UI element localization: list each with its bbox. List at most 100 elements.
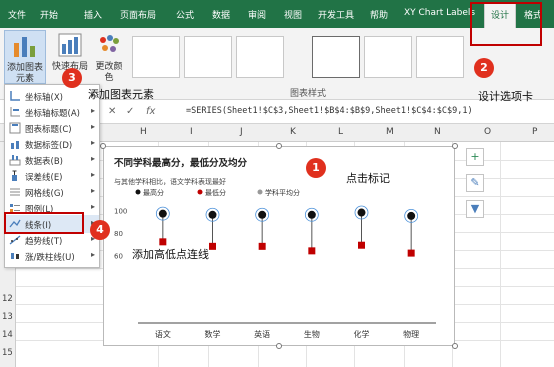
legend-label: 最低分 xyxy=(205,188,226,197)
data-point-max xyxy=(158,209,167,218)
data-point-min xyxy=(407,249,415,257)
formula-input[interactable]: =SERIES(Sheet1!$C$3,Sheet1!$B$4:$B$9,She… xyxy=(186,106,473,116)
row-header[interactable]: 14 xyxy=(2,330,13,340)
tab-formulas[interactable]: 公式 xyxy=(176,8,194,21)
updown-bars-icon xyxy=(11,253,19,259)
x-tick-label: 化学 xyxy=(354,329,370,339)
callout-add-chart-element: 添加图表元素 xyxy=(88,88,154,101)
trendline-icon xyxy=(9,235,21,245)
tab-view[interactable]: 视图 xyxy=(284,8,302,21)
column-header[interactable]: O xyxy=(484,127,491,137)
enter-icon[interactable]: ✓ xyxy=(126,106,134,117)
add-chart-element-button[interactable]: 添加图表元素 xyxy=(4,30,46,84)
tab-insert[interactable]: 插入 xyxy=(84,8,102,21)
tab-page-layout[interactable]: 页面布局 xyxy=(120,8,156,21)
change-colors-label: 更改颜色 xyxy=(95,62,123,83)
legend-marker xyxy=(197,189,203,195)
tab-data[interactable]: 数据 xyxy=(212,8,230,21)
legend-label: 最高分 xyxy=(143,188,164,197)
tab-home[interactable]: 开始 xyxy=(40,8,58,21)
column-header[interactable]: P xyxy=(532,127,537,137)
gridline-icon xyxy=(10,188,20,196)
legend-label: 学科平均分 xyxy=(265,188,300,197)
tab-file[interactable]: 文件 xyxy=(8,8,26,21)
callout-design-tab: 设计选项卡 xyxy=(478,90,533,103)
x-tick-label: 生物 xyxy=(304,329,320,339)
change-colors-button[interactable]: 更改颜色 xyxy=(92,30,126,84)
column-header[interactable]: L xyxy=(338,127,343,137)
resize-handle[interactable] xyxy=(100,143,106,149)
step-badge-2: 2 xyxy=(474,58,494,78)
x-tick-label: 语文 xyxy=(155,329,171,339)
chart-title-icon xyxy=(9,122,21,134)
step-badge-1: 1 xyxy=(306,158,326,178)
chart-styles-brush-icon[interactable]: ✎ xyxy=(466,174,484,192)
add-chart-element-menu: 坐标轴(X) ▸ 坐标轴标题(A) ▸ 图表标题(C) ▸ 数据标签(D) ▸ 数据表(… xyxy=(4,84,100,268)
chevron-right-icon: ▸ xyxy=(90,202,95,211)
insert-function-button[interactable]: fx xyxy=(146,106,155,117)
row-header[interactable]: 15 xyxy=(2,348,13,358)
chevron-right-icon: ▸ xyxy=(90,250,95,259)
column-header[interactable]: I xyxy=(190,127,193,137)
resize-handle[interactable] xyxy=(276,143,282,149)
axis-icon xyxy=(10,91,20,101)
resize-handle[interactable] xyxy=(276,343,282,349)
grid-line xyxy=(500,142,501,367)
chart-styles-group-label: 图表样式 xyxy=(290,89,327,99)
palette-icon xyxy=(100,35,119,52)
chart-style-4[interactable] xyxy=(312,36,360,78)
chart-elements-plus-icon[interactable]: + xyxy=(466,148,484,166)
tab-developer[interactable]: 开发工具 xyxy=(318,8,354,21)
chart-style-3[interactable] xyxy=(236,36,284,78)
chart-style-2[interactable] xyxy=(184,36,232,78)
add-chart-element-icon xyxy=(14,37,35,57)
data-point-max xyxy=(357,208,366,217)
error-bar-icon xyxy=(12,170,17,181)
resize-handle[interactable] xyxy=(452,143,458,149)
data-point-min xyxy=(308,247,316,255)
x-tick-label: 英语 xyxy=(254,329,270,339)
y-tick-label: 100 xyxy=(114,207,127,215)
column-header[interactable]: M xyxy=(386,127,394,137)
legend-marker xyxy=(135,189,141,195)
menu-item-up-down-bars[interactable]: 涨/跌柱线(U) ▸ xyxy=(5,247,99,265)
chart-style-5[interactable] xyxy=(364,36,412,78)
data-point-min xyxy=(258,242,266,250)
data-point-max xyxy=(407,211,416,220)
row-header[interactable]: 13 xyxy=(2,312,13,322)
column-header[interactable]: N xyxy=(434,127,441,137)
data-point-max xyxy=(258,210,267,219)
column-header[interactable]: J xyxy=(240,127,243,137)
resize-handle[interactable] xyxy=(452,343,458,349)
x-tick-label: 数学 xyxy=(205,329,221,339)
highlight-lines-item xyxy=(4,212,84,234)
chart-style-6[interactable] xyxy=(416,36,464,78)
chart-filter-icon[interactable]: ▼ xyxy=(466,200,484,218)
chevron-right-icon: ▸ xyxy=(90,186,95,195)
row-header[interactable]: 12 xyxy=(2,294,13,304)
data-table-icon xyxy=(9,155,21,166)
step-badge-4: 4 xyxy=(90,220,110,240)
add-chart-element-label: 添加图表元素 xyxy=(7,63,44,84)
y-tick-label: 60 xyxy=(114,252,123,260)
callout-click-marker: 点击标记 xyxy=(346,172,390,185)
cancel-icon[interactable]: ✕ xyxy=(108,106,116,117)
step-badge-3: 3 xyxy=(62,68,82,88)
data-point-min xyxy=(358,241,365,249)
chevron-right-icon: ▸ xyxy=(90,122,95,131)
chart-style-1[interactable] xyxy=(132,36,180,78)
data-label-icon xyxy=(11,141,19,149)
data-point-max xyxy=(208,210,217,219)
tab-xy-chart-labels[interactable]: XY Chart Labels xyxy=(404,8,475,18)
data-point-min xyxy=(159,238,167,246)
y-tick-label: 80 xyxy=(114,230,123,238)
chevron-right-icon: ▸ xyxy=(90,138,95,147)
tab-review[interactable]: 审阅 xyxy=(248,8,266,21)
column-header[interactable]: H xyxy=(140,127,147,137)
tab-help[interactable]: 帮助 xyxy=(370,8,388,21)
axis-title-icon xyxy=(10,107,20,117)
column-header[interactable]: K xyxy=(290,127,296,137)
data-point-min xyxy=(209,242,216,250)
highlight-design-tab xyxy=(470,2,542,46)
chevron-right-icon: ▸ xyxy=(90,170,95,179)
